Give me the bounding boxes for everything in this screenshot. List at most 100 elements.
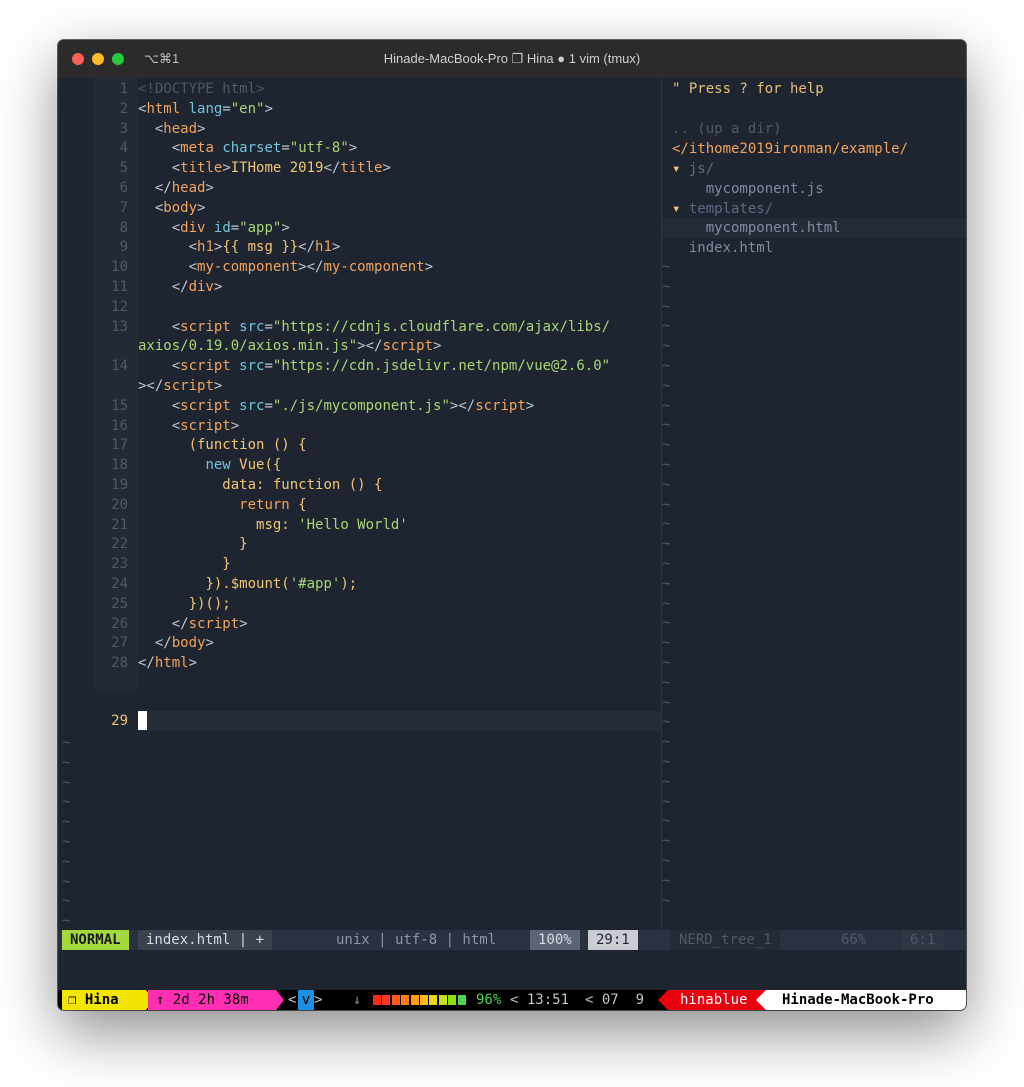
tilde-marker: ~ xyxy=(662,476,671,493)
tilde-marker: ~ xyxy=(62,853,71,870)
battery-segment xyxy=(391,995,400,1005)
vim-command-line[interactable] xyxy=(58,950,966,990)
nerdtree-file[interactable]: mycomponent.html xyxy=(672,218,841,238)
title-bar: ⌥⌘1 Hinade-MacBook-Pro ❐ Hina ● 1 vim (t… xyxy=(58,40,966,78)
code-line[interactable]: <head> xyxy=(138,119,206,139)
tmux-date: < 07 9 xyxy=(585,992,645,1008)
code-line[interactable]: return { xyxy=(138,495,306,515)
tilde-marker: ~ xyxy=(62,735,71,751)
code-line[interactable]: })(); xyxy=(138,594,231,614)
tilde-marker: ~ xyxy=(662,298,671,315)
nerdtree-directory[interactable]: ▾ js/ xyxy=(672,159,714,179)
code-line[interactable]: } xyxy=(138,534,247,554)
tilde-marker: ~ xyxy=(662,655,671,671)
code-line[interactable]: <div id="app"> xyxy=(138,218,290,238)
tilde-marker: ~ xyxy=(662,397,671,414)
tilde-marker: ~ xyxy=(662,773,671,790)
battery-segment xyxy=(382,995,391,1005)
code-line[interactable]: <my-component></my-component> xyxy=(138,257,433,277)
tilde-marker: ~ xyxy=(662,457,671,473)
nerdtree-pane[interactable]: " Press ? for help .. (up a dir) </ithom… xyxy=(661,78,966,930)
nerdtree-directory[interactable]: ▾ templates/ xyxy=(672,199,773,219)
line-number: 3 xyxy=(119,120,128,137)
code-line[interactable]: <body> xyxy=(138,198,206,218)
cursor-position: 29:1 xyxy=(588,930,638,950)
code-line[interactable]: <h1>{{ msg }}</h1> xyxy=(138,237,341,257)
powerline-separator-icon xyxy=(756,990,766,1010)
file-format-info: unix | utf-8 | html xyxy=(336,932,497,948)
tilde-marker: ~ xyxy=(662,496,671,513)
tmux-uptime: ↑ 2d 2h 38m xyxy=(148,990,276,1010)
line-number: 9 xyxy=(119,239,128,256)
tmux-hostname: Hinade-MacBook-Pro xyxy=(766,990,966,1010)
battery-segment xyxy=(420,995,428,1005)
tilde-marker: ~ xyxy=(62,774,71,791)
tilde-marker: ~ xyxy=(662,615,671,632)
tmux-window-prefix: < xyxy=(288,992,297,1008)
nerdtree-root-path[interactable]: </ithome2019ironman/example/ xyxy=(672,139,908,159)
tmux-window-indicator[interactable]: v xyxy=(298,990,314,1010)
vim-statusline: NORMAL index.html | + unix | utf-8 | htm… xyxy=(58,930,966,950)
code-line[interactable]: <title>ITHome 2019</title> xyxy=(138,158,391,178)
battery-percent: 96% xyxy=(476,992,502,1008)
line-number: 13 xyxy=(111,318,128,335)
cursor-line xyxy=(138,711,661,731)
line-number: 26 xyxy=(111,615,128,632)
tilde-marker: ~ xyxy=(662,437,671,454)
code-line[interactable]: <script> xyxy=(138,416,239,436)
line-number: 1 xyxy=(119,81,128,97)
code-line[interactable]: msg: 'Hello World' xyxy=(138,515,408,535)
tilde-marker: ~ xyxy=(662,575,671,592)
line-number: 21 xyxy=(111,516,128,533)
battery-segment xyxy=(438,995,447,1005)
nerdtree-up-dir[interactable]: .. (up a dir) xyxy=(672,119,782,139)
down-arrow-icon: ↓ xyxy=(353,992,362,1008)
code-line[interactable]: ></script> xyxy=(138,376,222,396)
tmux-session-name[interactable]: ❐ Hina xyxy=(62,990,146,1010)
code-line[interactable]: } xyxy=(138,554,230,574)
tilde-marker: ~ xyxy=(62,913,71,930)
current-line-number: 29 xyxy=(111,713,128,729)
tilde-marker: ~ xyxy=(662,833,671,850)
tilde-marker: ~ xyxy=(62,893,71,910)
code-line[interactable]: <script src="./js/mycomponent.js"></scri… xyxy=(138,396,535,416)
code-line[interactable]: data: function () { xyxy=(138,475,382,495)
buffer-filename: index.html | + xyxy=(138,930,273,950)
code-line[interactable]: new Vue({ xyxy=(138,455,281,475)
code-line[interactable]: </html> xyxy=(138,653,197,673)
code-line[interactable]: <script src="https://cdn.jsdelivr.net/np… xyxy=(138,356,610,376)
tmux-window-suffix: > xyxy=(314,992,323,1008)
battery-segment xyxy=(401,995,410,1005)
line-number: 23 xyxy=(111,556,128,573)
text-cursor xyxy=(138,711,147,730)
tilde-marker: ~ xyxy=(662,377,671,394)
code-line[interactable]: <meta charset="utf-8"> xyxy=(138,138,358,158)
nerdtree-file[interactable]: index.html xyxy=(672,238,773,258)
tilde-marker: ~ xyxy=(662,556,671,572)
tilde-marker: ~ xyxy=(662,338,671,355)
code-line[interactable]: }).$mount('#app'); xyxy=(138,574,357,594)
vim-editor-pane[interactable]: 29 ~~~~~~~~~~~~ 1<!DOCTYPE html>2<html l… xyxy=(58,78,661,969)
code-line[interactable]: </head> xyxy=(138,178,214,198)
nerdtree-cursor-position: 6:1 xyxy=(902,930,944,950)
battery-segment xyxy=(457,995,466,1005)
tilde-marker: ~ xyxy=(662,278,671,295)
code-line[interactable]: <!DOCTYPE html> xyxy=(138,79,264,99)
nerdtree-help-hint: " Press ? for help xyxy=(672,81,824,97)
code-line[interactable]: </div> xyxy=(138,277,223,297)
nerdtree-file[interactable]: mycomponent.js xyxy=(672,179,824,199)
line-number: 12 xyxy=(111,298,128,315)
code-line[interactable]: <html lang="en"> xyxy=(138,99,273,119)
code-line[interactable]: </script> xyxy=(138,614,248,634)
tilde-marker: ~ xyxy=(662,754,671,770)
line-number: 11 xyxy=(111,279,128,295)
line-number: 8 xyxy=(119,219,128,236)
powerline-separator-icon xyxy=(658,990,668,1010)
code-line[interactable]: (function () { xyxy=(138,435,307,455)
code-line[interactable]: axios/0.19.0/axios.min.js"></script> xyxy=(138,336,441,356)
code-line[interactable]: </body> xyxy=(138,633,214,653)
line-number: 7 xyxy=(119,199,128,216)
terminal-window: ⌥⌘1 Hinade-MacBook-Pro ❐ Hina ● 1 vim (t… xyxy=(58,40,966,1010)
code-line[interactable]: <script src="https://cdnjs.cloudflare.co… xyxy=(138,317,610,337)
tilde-marker: ~ xyxy=(662,674,671,691)
